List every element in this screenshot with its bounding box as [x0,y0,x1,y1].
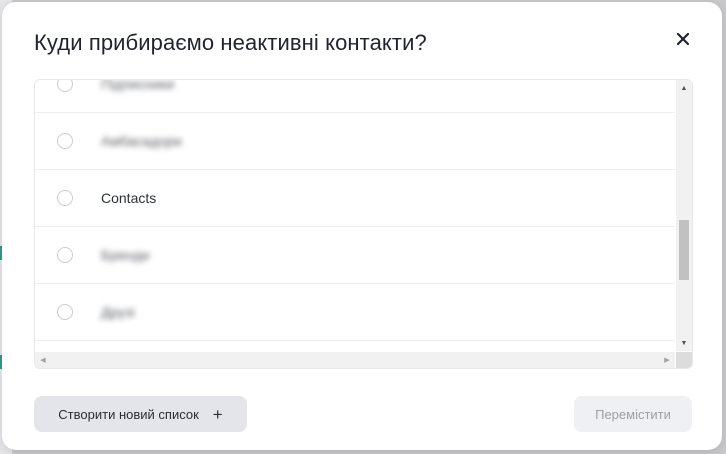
scroll-up-arrow-icon[interactable]: ▲ [676,80,692,96]
create-new-list-label: Створити новий список [58,406,199,422]
list-item[interactable]: Бренди [35,227,675,284]
move-button[interactable]: Перемістити [574,396,692,432]
list-item[interactable]: Друзі [35,284,675,341]
vertical-scroll-thumb[interactable] [679,220,689,280]
contact-list-picker: Підписники Амбасадори Contacts Бренди Друзі … [34,79,693,369]
list-radio-button[interactable] [57,80,73,92]
list-item-label: Бренди [101,247,150,263]
vertical-scrollbar[interactable]: ▲ ▼ [676,80,692,351]
scroll-corner [676,352,692,368]
list-viewport: Підписники Амбасадори Contacts Бренди Друзі [35,80,675,351]
list-item[interactable]: Підписники [35,80,675,113]
list-item-label: Амбасадори [101,133,182,149]
plus-icon: + [212,404,223,424]
list-item-label: Друзі [101,304,135,320]
horizontal-scrollbar[interactable]: ◀ ▶ [35,352,675,368]
list-item-label: Contacts [101,190,157,206]
scroll-down-arrow-icon[interactable]: ▼ [676,335,692,351]
close-button[interactable] [672,28,694,50]
dialog-title: Куди прибираємо неактивні контакти? [34,30,427,55]
list-radio-button[interactable] [57,304,73,320]
list-item[interactable]: Contacts [35,170,675,227]
move-contacts-dialog: Куди прибираємо неактивні контакти? Підп… [2,2,722,450]
scroll-left-arrow-icon[interactable]: ◀ [35,352,51,368]
list-item[interactable]: Амбасадори [35,113,675,170]
list-radio-button[interactable] [57,133,73,149]
list-radio-button[interactable] [57,247,73,263]
list-radio-button[interactable] [57,190,73,206]
list-item-label: Підписники [101,80,175,92]
close-icon [677,33,689,45]
create-new-list-button[interactable]: Створити новий список + [34,396,247,432]
scroll-right-arrow-icon[interactable]: ▶ [659,352,675,368]
